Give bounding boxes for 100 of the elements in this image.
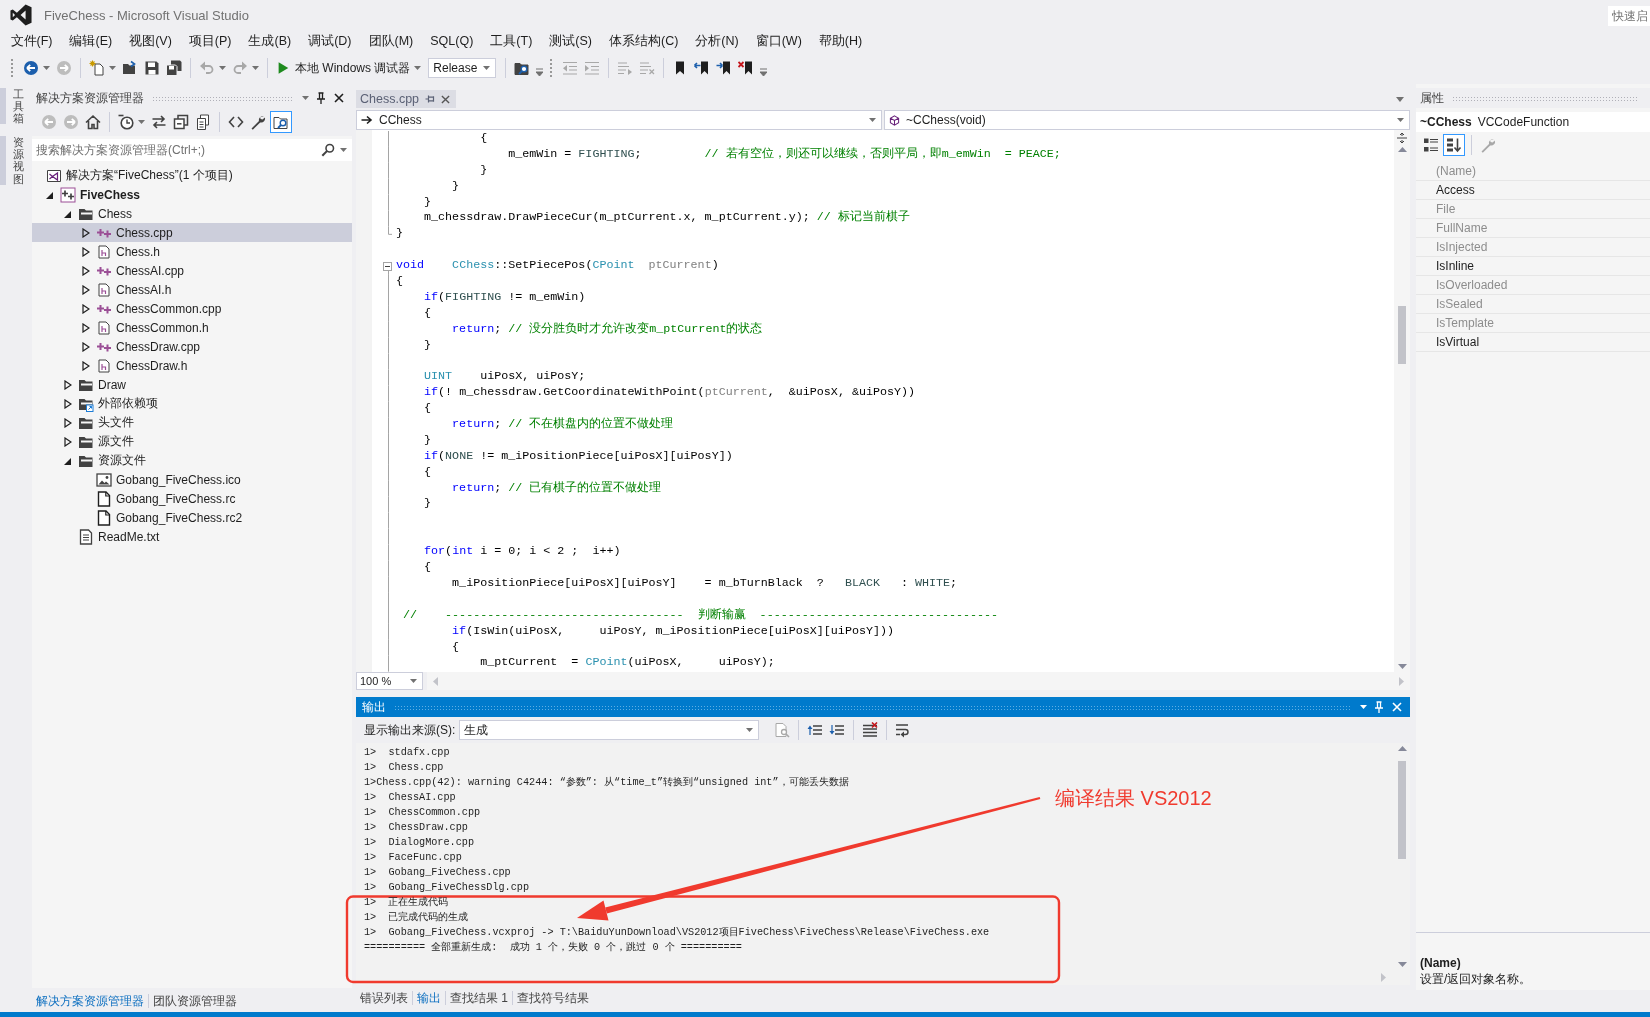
tree-item[interactable]: Chess.h: [32, 242, 352, 261]
tree-item[interactable]: ChessAI.cpp: [32, 261, 352, 280]
toolbar-options-icon[interactable]: [536, 68, 544, 76]
folder-search-icon[interactable]: [514, 60, 531, 76]
panel-tab[interactable]: 查找结果 1: [446, 989, 512, 1007]
collapsed-triangle-icon[interactable]: [64, 436, 72, 447]
menu-item[interactable]: 工具(T): [481, 30, 541, 52]
dropdown-caret-icon[interactable]: [302, 96, 309, 100]
folder-search-icon[interactable]: [270, 111, 292, 133]
tree-item[interactable]: ChessCommon.cpp: [32, 299, 352, 318]
tree-item[interactable]: ReadMe.txt: [32, 527, 352, 546]
lines-down-arrow-icon[interactable]: [829, 722, 846, 738]
back-arrow-icon[interactable]: [23, 60, 39, 76]
categorized-list-icon[interactable]: [1423, 137, 1439, 153]
collapsed-triangle-icon[interactable]: [64, 398, 72, 409]
object-dropdown[interactable]: ~CChess VCCodeFunction: [1416, 112, 1650, 132]
tree-item[interactable]: FiveChess: [32, 185, 352, 204]
panel-tab[interactable]: 输出: [413, 989, 445, 1007]
scroll-up-icon[interactable]: [1397, 746, 1407, 751]
side-tab[interactable]: 工具箱: [0, 88, 24, 125]
menu-item[interactable]: 生成(B): [240, 30, 300, 52]
dropdown-caret-icon[interactable]: [340, 148, 347, 152]
tree-item[interactable]: ChessAI.h: [32, 280, 352, 299]
sort-down-icon[interactable]: [1443, 134, 1465, 156]
collapse-toggle-icon[interactable]: [383, 261, 392, 271]
scroll-down-icon[interactable]: [1397, 962, 1407, 967]
collapsed-triangle-icon[interactable]: [82, 360, 90, 371]
sync-arrows-icon[interactable]: [151, 114, 167, 130]
collapsed-triangle-icon[interactable]: [82, 246, 90, 257]
clock-icon[interactable]: [118, 114, 134, 130]
search-field[interactable]: 搜索解决方案资源管理器(Ctrl+;): [32, 139, 352, 161]
menu-item[interactable]: 视图(V): [120, 30, 181, 52]
lines-up-arrow-icon[interactable]: [807, 722, 824, 738]
dropdown-caret-icon[interactable]: [1397, 118, 1404, 122]
tree-item[interactable]: Draw: [32, 375, 352, 394]
member-dropdown[interactable]: ~CChess(void): [884, 110, 1410, 130]
tree-item[interactable]: Chess: [32, 204, 352, 223]
tree-item[interactable]: 解决方案“FiveChess”(1 个项目): [32, 166, 352, 185]
panel-tab[interactable]: 团队资源管理器: [149, 992, 241, 1010]
collapsed-triangle-icon[interactable]: [82, 341, 90, 352]
dropdown-caret-icon[interactable]: [43, 66, 50, 70]
collapsed-triangle-icon[interactable]: [82, 265, 90, 276]
dropdown-caret-icon[interactable]: [138, 120, 145, 124]
vertical-scrollbar[interactable]: [1394, 130, 1410, 672]
dropdown-caret-icon[interactable]: [414, 66, 422, 70]
menu-item[interactable]: 窗口(W): [747, 30, 811, 52]
tree-item[interactable]: Gobang_FiveChess.ico: [32, 470, 352, 489]
collapsed-triangle-icon[interactable]: [64, 417, 72, 428]
collapsed-triangle-icon[interactable]: [82, 284, 90, 295]
tree-item[interactable]: Chess.cpp: [32, 223, 352, 242]
menu-item[interactable]: 调试(D): [299, 30, 360, 52]
dropdown-caret-icon[interactable]: [410, 679, 418, 683]
scroll-down-icon[interactable]: [1397, 664, 1407, 669]
menu-item[interactable]: 编辑(E): [60, 30, 121, 52]
menu-item[interactable]: 项目(P): [180, 30, 240, 52]
tree-item[interactable]: 源文件: [32, 432, 352, 451]
word-wrap-icon[interactable]: [895, 722, 912, 738]
stacked-pages-icon[interactable]: [195, 114, 211, 130]
splitter-icon[interactable]: [1397, 133, 1407, 143]
dropdown-caret-icon[interactable]: [746, 728, 754, 732]
tree-item[interactable]: ChessDraw.cpp: [32, 337, 352, 356]
toolbar-options-icon[interactable]: [760, 68, 768, 76]
tree-item[interactable]: Gobang_FiveChess.rc2: [32, 508, 352, 527]
menu-item[interactable]: 体系结构(C): [600, 30, 687, 52]
dropdown-caret-icon[interactable]: [1360, 705, 1367, 709]
menu-item[interactable]: 分析(N): [686, 30, 748, 52]
collapse-icon[interactable]: [173, 114, 189, 130]
tree-item[interactable]: Gobang_FiveChess.rc: [32, 489, 352, 508]
toolbar-grip[interactable]: [10, 58, 14, 78]
scroll-up-icon[interactable]: [1397, 147, 1407, 152]
dropdown-caret-icon[interactable]: [109, 66, 116, 70]
bookmark-right-arrow-icon[interactable]: [716, 60, 733, 76]
tree-item[interactable]: 资源文件: [32, 451, 352, 470]
side-tab[interactable]: 资源视图: [0, 136, 24, 185]
bookmark-left-arrow-icon[interactable]: [694, 60, 711, 76]
open-folder-icon[interactable]: [122, 60, 138, 76]
dropdown-caret-icon[interactable]: [483, 66, 491, 70]
floppy-disks-icon[interactable]: [166, 60, 182, 76]
dropdown-caret-icon[interactable]: [869, 118, 876, 122]
zoom-dropdown[interactable]: 100 %: [356, 672, 424, 690]
quick-launch-field[interactable]: 快速启: [1608, 6, 1650, 26]
panel-tab[interactable]: 查找符号结果: [513, 989, 593, 1007]
tree-item[interactable]: 外部依赖项: [32, 394, 352, 413]
collapsed-triangle-icon[interactable]: [82, 322, 90, 333]
home-icon[interactable]: [85, 114, 101, 130]
dropdown-caret-icon[interactable]: [1396, 97, 1404, 102]
menu-item[interactable]: SQL(Q): [421, 30, 482, 52]
close-icon[interactable]: [334, 93, 344, 103]
tree-item[interactable]: ChessCommon.h: [32, 318, 352, 337]
scrollbar-thumb[interactable]: [1398, 306, 1406, 364]
tree-item[interactable]: 头文件: [32, 413, 352, 432]
new-document-icon[interactable]: [89, 60, 105, 76]
collapsed-triangle-icon[interactable]: [64, 379, 72, 390]
output-source-dropdown[interactable]: 生成: [459, 720, 760, 740]
tree-item[interactable]: ChessDraw.h: [32, 356, 352, 375]
collapsed-triangle-icon[interactable]: [82, 303, 90, 314]
search-icon[interactable]: [321, 143, 335, 157]
configuration-dropdown[interactable]: Release: [428, 58, 497, 78]
collapsed-triangle-icon[interactable]: [82, 227, 90, 238]
menu-item[interactable]: 团队(M): [360, 30, 422, 52]
